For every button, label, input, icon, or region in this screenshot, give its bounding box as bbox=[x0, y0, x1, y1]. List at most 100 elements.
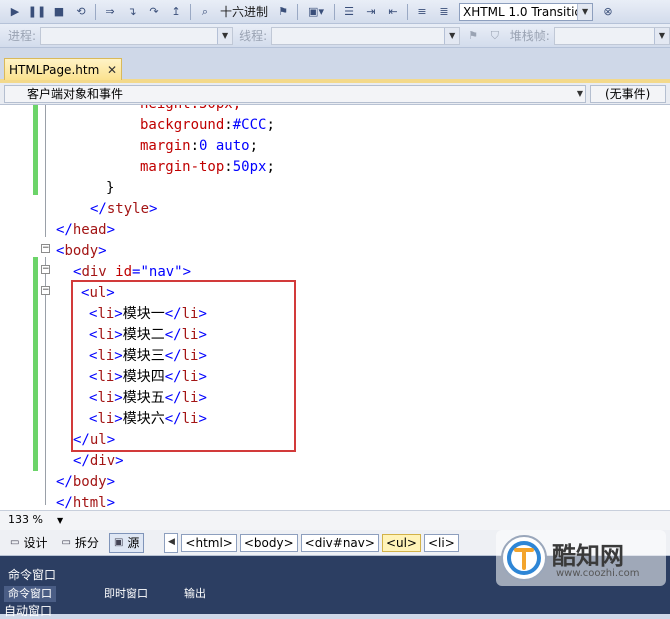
stop-icon[interactable]: ■ bbox=[50, 3, 68, 21]
source-view-button[interactable]: ▣ 源 bbox=[108, 532, 145, 553]
html-tag: style bbox=[106, 201, 150, 217]
process-select[interactable]: ▼ bbox=[40, 26, 234, 45]
hex-toggle-button[interactable]: 十六进制 bbox=[220, 3, 268, 20]
doctype-select[interactable]: XHTML 1.0 Transitic ▼ bbox=[459, 2, 594, 21]
tab-immediate-window[interactable]: 即时窗口 bbox=[100, 586, 152, 602]
flag-icon[interactable]: ⚑ bbox=[464, 27, 482, 45]
collapse-div-icon[interactable]: − bbox=[41, 265, 50, 274]
collapse-ul-icon[interactable]: − bbox=[41, 286, 50, 295]
restart-icon[interactable]: ⟲ bbox=[72, 3, 90, 21]
source-label: 源 bbox=[127, 536, 140, 550]
outdent-icon[interactable]: ⇤ bbox=[384, 3, 402, 21]
breadcrumb-item[interactable]: <body> bbox=[239, 533, 298, 552]
debug-location-toolbar: 进程: ▼ 线程: ▼ ⚑ ⛉ 堆栈帧: ▼ bbox=[0, 24, 670, 48]
indent-icon[interactable]: ⇥ bbox=[362, 3, 380, 21]
chevron-down-icon[interactable]: ▼ bbox=[653, 27, 669, 44]
css-property: background bbox=[140, 117, 225, 133]
document-outline-icon[interactable]: ☰ bbox=[340, 3, 358, 21]
breadcrumb-item[interactable]: <div#nav> bbox=[300, 533, 379, 552]
design-view-button[interactable]: ▭ 设计 bbox=[6, 533, 51, 553]
design-icon: ▭ bbox=[10, 537, 20, 548]
close-icon[interactable]: ✕ bbox=[107, 63, 117, 77]
separator bbox=[297, 3, 299, 20]
process-label: 进程: bbox=[8, 29, 37, 43]
html-tag: div bbox=[81, 264, 107, 280]
document-tab-strip: HTMLPage.htm ✕ bbox=[0, 48, 670, 83]
css-value: 50px bbox=[232, 159, 267, 175]
tab-autos-window[interactable]: 自动窗口 bbox=[4, 602, 52, 619]
tab-command-window[interactable]: 命令窗口 bbox=[4, 586, 56, 602]
code-line: margin:0 auto; bbox=[140, 138, 259, 154]
zoom-value: 133 % bbox=[8, 513, 43, 526]
doctype-value: XHTML 1.0 Transitic bbox=[463, 4, 582, 19]
css-value: #CCC bbox=[232, 117, 267, 133]
breakpoint-search-icon[interactable]: ⌕ bbox=[196, 3, 214, 21]
thread-select[interactable]: ▼ bbox=[271, 26, 461, 45]
css-value: 0 auto bbox=[199, 138, 250, 154]
html-tag: body bbox=[64, 243, 99, 259]
breadcrumb-item[interactable]: <li> bbox=[424, 533, 459, 552]
show-next-statement-icon[interactable]: ⇒ bbox=[101, 3, 119, 21]
watermark-brand: 酷知网 bbox=[552, 542, 624, 570]
stackframe-select[interactable]: ▼ bbox=[553, 26, 670, 45]
command-window-tabs: 命令窗口 即时窗口 输出 bbox=[0, 586, 670, 602]
split-icon: ▭ bbox=[61, 537, 71, 548]
breadcrumb-prev-icon[interactable]: ◀ bbox=[164, 532, 179, 553]
browser-icon[interactable]: ▣▾ bbox=[303, 3, 329, 21]
chevron-down-icon[interactable]: ▼ bbox=[217, 27, 233, 44]
comment-icon[interactable]: ≡ bbox=[413, 3, 431, 21]
code-line: margin-top:50px; bbox=[140, 159, 275, 175]
debug-toolbar: ▶ ❚❚ ■ ⟲ ⇒ ↴ ↷ ↥ ⌕ 十六进制 ⚑ ▣▾ ☰ ⇥ ⇤ ≡ ≣ X… bbox=[0, 0, 670, 24]
code-line: <body> bbox=[56, 243, 107, 259]
red-annotation-box bbox=[71, 280, 296, 452]
tab-output[interactable]: 输出 bbox=[180, 586, 210, 602]
validation-icon[interactable]: ⊗ bbox=[599, 3, 617, 21]
separator bbox=[334, 3, 336, 20]
zoom-select[interactable]: 133 % ▼ bbox=[8, 513, 63, 526]
code-line: </head> bbox=[56, 222, 116, 238]
code-line: </style> bbox=[90, 201, 158, 217]
code-editor[interactable]: − − − height:50px; background:#CCC; marg… bbox=[0, 105, 670, 510]
step-into-icon[interactable]: ↴ bbox=[123, 3, 141, 21]
css-property: margin bbox=[140, 138, 191, 154]
stackframe-label: 堆栈帧: bbox=[509, 29, 550, 43]
separator bbox=[95, 3, 96, 20]
tab-filename: HTMLPage.htm bbox=[9, 62, 100, 77]
code-line: background:#CCC; bbox=[140, 117, 275, 133]
coozhi-watermark: 酷知网 www.coozhi.com bbox=[496, 530, 666, 586]
step-over-icon[interactable]: ↷ bbox=[145, 3, 163, 21]
editor-gutter: − − − bbox=[0, 105, 52, 510]
attribute-value: "nav" bbox=[140, 264, 183, 280]
breadcrumb-item[interactable]: <html> bbox=[181, 533, 237, 552]
pause-icon[interactable]: ❚❚ bbox=[28, 3, 46, 21]
separator bbox=[190, 3, 191, 20]
chevron-down-icon[interactable]: ▼ bbox=[577, 86, 583, 102]
split-label: 拆分 bbox=[74, 536, 99, 550]
zoom-bar: 133 % ▼ bbox=[0, 510, 670, 530]
play-icon[interactable]: ▶ bbox=[6, 3, 24, 21]
step-out-icon[interactable]: ↥ bbox=[167, 3, 185, 21]
filter-icon[interactable]: ⛉ bbox=[486, 27, 504, 45]
breadcrumb-item-selected[interactable]: <ul> bbox=[381, 533, 421, 552]
html-tag: html bbox=[72, 495, 107, 510]
chevron-down-icon[interactable]: ▼ bbox=[577, 3, 593, 20]
chevron-down-icon[interactable]: ▼ bbox=[444, 27, 460, 44]
chevron-down-icon[interactable]: ▼ bbox=[57, 516, 63, 525]
uncomment-icon[interactable]: ≣ bbox=[435, 3, 453, 21]
collapse-body-icon[interactable]: − bbox=[41, 244, 50, 253]
split-view-button[interactable]: ▭ 拆分 bbox=[57, 533, 102, 553]
tab-htmlpage[interactable]: HTMLPage.htm ✕ bbox=[4, 58, 122, 80]
design-label: 设计 bbox=[23, 536, 48, 550]
object-event-bar: 客户端对象和事件 ▼ (无事件) bbox=[0, 83, 670, 105]
client-object-select[interactable]: 客户端对象和事件 ▼ bbox=[4, 85, 586, 103]
code-line: </div> bbox=[73, 453, 124, 469]
breakpoints-icon[interactable]: ⚑ bbox=[274, 3, 292, 21]
source-icon: ▣ bbox=[113, 537, 124, 548]
event-select[interactable]: (无事件) bbox=[590, 85, 666, 103]
code-line: </html> bbox=[56, 495, 116, 510]
event-label: (无事件) bbox=[605, 87, 651, 101]
code-line: </body> bbox=[56, 474, 116, 490]
code-line: height:50px; bbox=[140, 105, 241, 115]
thread-label: 线程: bbox=[239, 29, 268, 43]
separator bbox=[407, 3, 409, 20]
